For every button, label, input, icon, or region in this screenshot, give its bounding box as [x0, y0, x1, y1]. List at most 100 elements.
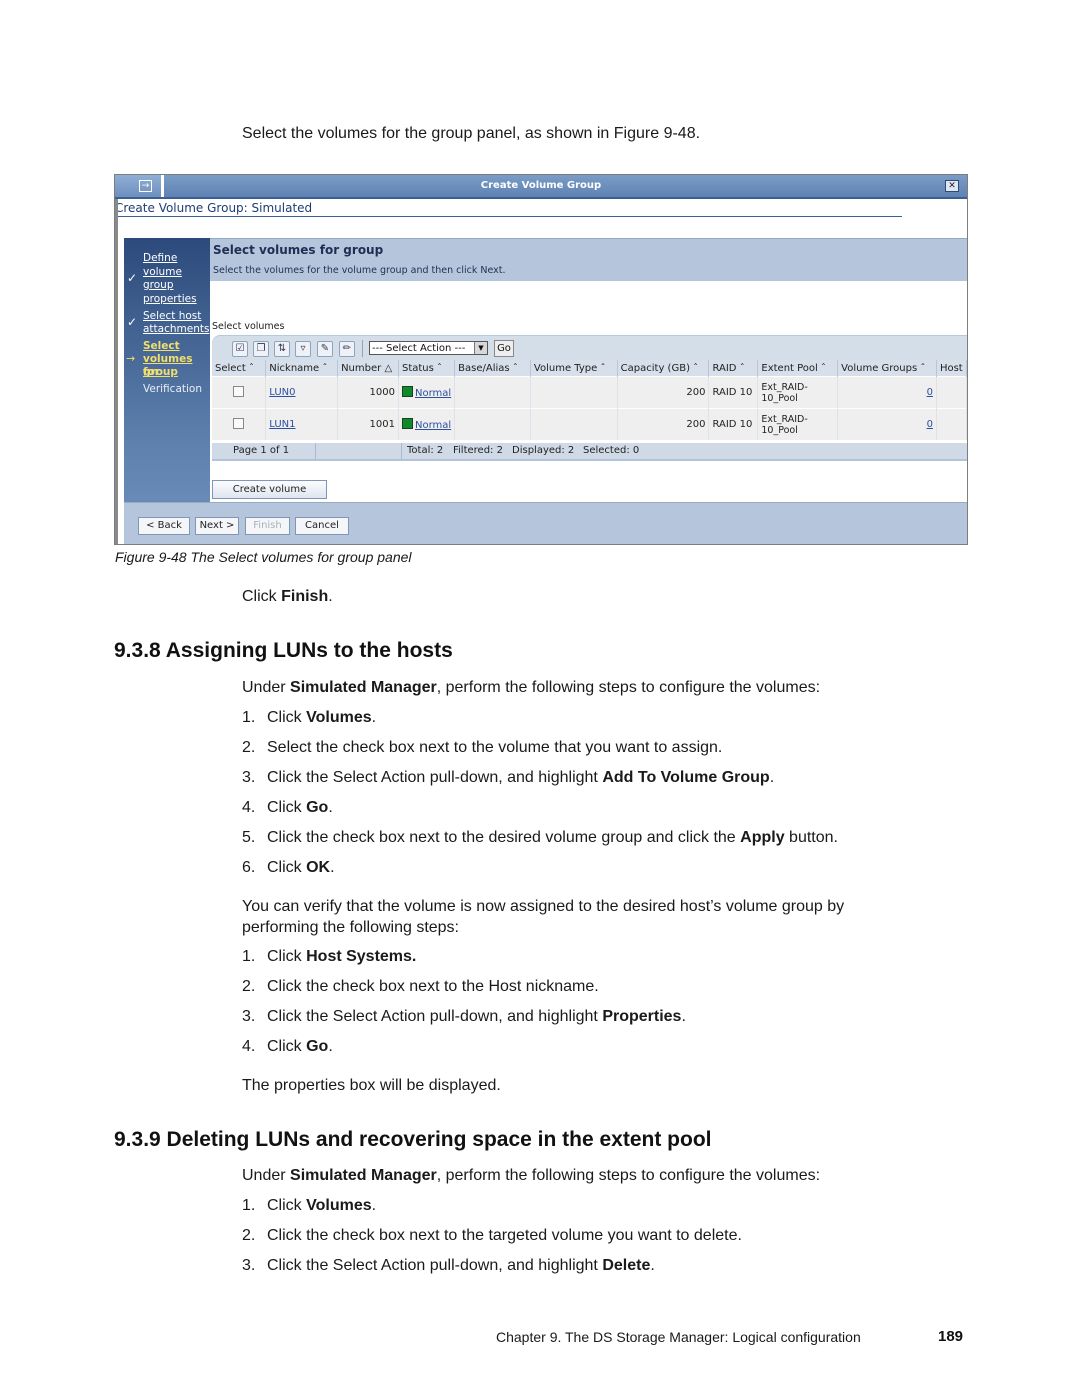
select-volumes-label: Select volumes — [212, 321, 285, 332]
current-step-arrow-icon: → — [126, 352, 136, 365]
list-item: 4. Click Go. — [242, 1038, 333, 1055]
sort-caret-icon: ˆ — [739, 362, 745, 374]
list-item: 5. Click the check box next to the desire… — [242, 829, 838, 846]
list-item: 1. Click Volumes. — [242, 709, 377, 726]
nav-step-select-volumes-3[interactable]: group — [143, 366, 178, 379]
filtered-count: Filtered: 2 — [453, 445, 503, 456]
column-header-host[interactable]: Host — [936, 360, 967, 377]
show-filter-icon[interactable]: ⇅ — [274, 341, 290, 357]
panel-subtext: Select the volumes for the volume group … — [213, 265, 506, 276]
volume-groups-count-link[interactable]: 0 — [927, 387, 933, 398]
row-checkbox[interactable] — [233, 417, 245, 429]
column-header-extent-pool[interactable]: Extent Pool ˆ — [757, 360, 839, 377]
list-item: 2. Select the check box next to the volum… — [242, 739, 723, 756]
back-button[interactable]: < Back — [138, 517, 190, 535]
volume-capacity: 200 — [617, 408, 710, 440]
figure-left-border — [115, 199, 118, 544]
clear-filter-icon[interactable]: ▿ — [295, 341, 311, 357]
nav-step-define-volume-group-3[interactable]: group — [143, 279, 174, 292]
volume-raid: RAID 10 — [708, 376, 759, 409]
volume-number: 1000 — [337, 376, 399, 409]
volume-host — [936, 376, 967, 409]
panel-heading: Select volumes for group — [213, 243, 384, 257]
section2-intro: Under Simulated Manager, perform the fol… — [242, 1167, 821, 1184]
volume-groups-count-link[interactable]: 0 — [927, 419, 933, 430]
wizard-button-bar: < Back Next > Finish Cancel — [124, 502, 967, 544]
displayed-count: Displayed: 2 — [512, 445, 575, 456]
column-header-capacity[interactable]: Capacity (GB) ˆ — [617, 360, 710, 377]
closing-paragraph: The properties box will be displayed. — [242, 1077, 501, 1094]
column-header-raid[interactable]: RAID ˆ — [708, 360, 759, 377]
nav-step-select-host-2[interactable]: attachments — [143, 323, 209, 336]
create-volume-button[interactable]: Create volume — [212, 480, 327, 499]
select-action-dropdown[interactable]: --- Select Action --- ▼ — [369, 341, 488, 355]
volume-raid: RAID 10 — [708, 408, 759, 440]
table-row: LUN0 1000 Normal 200 RAID 10 Ext_RAID- 10… — [212, 376, 967, 409]
pager-divider — [401, 443, 402, 459]
list-item: 3. Click the Select Action pull-down, and… — [242, 1008, 686, 1025]
volume-base-alias — [454, 408, 531, 440]
next-button[interactable]: Next > — [195, 517, 239, 535]
volume-capacity: 200 — [617, 376, 710, 409]
sort-caret-icon: ˆ — [437, 362, 443, 374]
check-icon: ✓ — [127, 271, 138, 285]
column-header-base-alias[interactable]: Base/Alias ˆ — [454, 360, 531, 377]
list-item: 6. Click OK. — [242, 859, 335, 876]
intro-paragraph: Select the volumes for the group panel, … — [242, 125, 701, 142]
edit-sort-icon[interactable]: ✎ — [317, 341, 333, 357]
close-icon[interactable]: ✕ — [945, 180, 959, 192]
row-checkbox[interactable] — [233, 385, 245, 397]
sort-ascending-icon: △ — [384, 362, 393, 374]
column-header-status[interactable]: Status ˆ — [398, 360, 456, 377]
volume-status-link[interactable]: Normal — [415, 388, 451, 399]
column-header-number[interactable]: Number △ — [337, 360, 399, 377]
cancel-button[interactable]: Cancel — [295, 517, 349, 535]
column-header-volume-type[interactable]: Volume Type ˆ — [530, 360, 618, 377]
nav-step-define-volume-group-4[interactable]: properties — [143, 293, 197, 306]
sort-caret-icon: ˆ — [693, 362, 699, 374]
select-action-value: --- Select Action --- — [372, 343, 466, 354]
footer-chapter: Chapter 9. The DS Storage Manager: Logic… — [496, 1329, 861, 1345]
page-indicator: Page 1 of 1 — [233, 445, 290, 456]
column-header-volume-groups[interactable]: Volume Groups ˆ — [837, 360, 937, 377]
sort-caret-icon: ˆ — [322, 362, 328, 374]
table-row: LUN1 1001 Normal 200 RAID 10 Ext_RAID- 10… — [212, 408, 967, 440]
section-heading-deleting-luns: 9.3.9 Deleting LUNs and recovering space… — [114, 1128, 712, 1151]
volume-nickname-link[interactable]: LUN1 — [269, 419, 295, 430]
figure-screenshot: → Create Volume Group ✕ Create Volume Gr… — [114, 174, 968, 545]
clear-sort-icon[interactable]: ✏ — [339, 341, 355, 357]
table-pager: Page 1 of 1 Total: 2 Filtered: 2 Display… — [212, 443, 967, 461]
dropdown-arrow-icon[interactable]: ▼ — [474, 342, 487, 354]
go-button[interactable]: Go — [494, 340, 514, 357]
nav-step-select-host-1[interactable]: Select host — [143, 310, 201, 323]
footer-page-number: 189 — [938, 1328, 964, 1345]
nav-step-define-volume-group-1[interactable]: Define — [143, 252, 177, 265]
list-item: 2. Click the check box next to the target… — [242, 1227, 742, 1244]
volume-extent-pool: Ext_RAID- 10_Pool — [757, 376, 839, 409]
nav-step-define-volume-group-2[interactable]: volume — [143, 266, 182, 279]
finish-button[interactable]: Finish — [245, 517, 290, 535]
window-title: Create Volume Group — [480, 180, 602, 191]
window-titlebar: → Create Volume Group ✕ — [115, 175, 967, 199]
status-normal-icon — [401, 386, 413, 397]
volume-status-link[interactable]: Normal — [415, 420, 451, 431]
select-all-icon[interactable]: ☑ — [232, 341, 248, 357]
deselect-all-icon[interactable]: ❐ — [253, 341, 269, 357]
sort-caret-icon: ˆ — [600, 362, 606, 374]
nav-step-select-volumes-1[interactable]: Select — [143, 340, 180, 353]
list-item: 3. Click the Select Action pull-down, and… — [242, 769, 775, 786]
column-header-select[interactable]: Select ˆ — [212, 360, 267, 377]
selected-count: Selected: 0 — [583, 445, 640, 456]
volume-nickname-link[interactable]: LUN0 — [269, 387, 295, 398]
section1-intro: Under Simulated Manager, perform the fol… — [242, 679, 821, 696]
total-count: Total: 2 — [407, 445, 444, 456]
column-header-nickname[interactable]: Nickname ˆ — [265, 360, 339, 377]
list-item: 2. Click the check box next to the Host n… — [242, 978, 599, 995]
sort-caret-icon: ˆ — [821, 362, 827, 374]
volume-number: 1001 — [337, 408, 399, 440]
status-normal-icon — [401, 418, 413, 429]
nav-step-verification: Verification — [143, 383, 202, 395]
volume-base-alias — [454, 376, 531, 409]
volume-extent-pool: Ext_RAID- 10_Pool — [757, 408, 839, 440]
verify-paragraph: You can verify that the volume is now as… — [242, 898, 845, 936]
